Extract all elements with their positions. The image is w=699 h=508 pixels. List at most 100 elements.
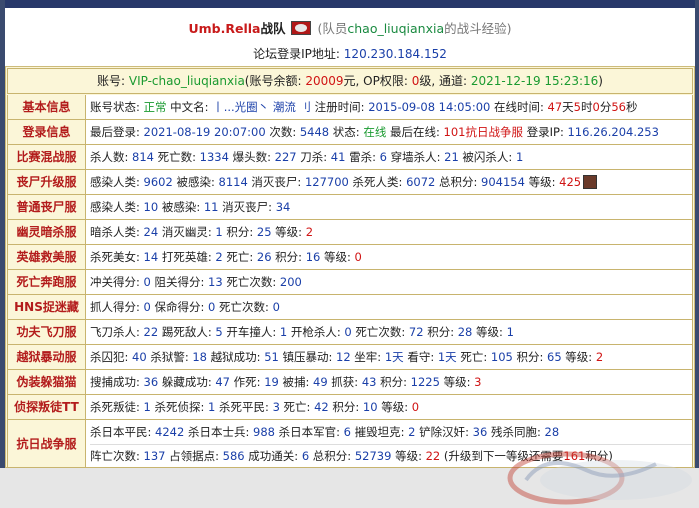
text: 等级: [271, 225, 306, 239]
last-login: 2021-08-19 20:07:00 [143, 125, 266, 139]
row-value: 飞刀杀人: 22 踢死敌人: 5 开车撞人: 1 开枪杀人: 0 死亡次数: 7… [86, 320, 693, 344]
stat-value: 36 [143, 375, 159, 389]
text: 登录IP: [522, 125, 568, 139]
stat-value: 52739 [354, 448, 392, 463]
row-label[interactable]: HNS捉迷藏 [7, 295, 86, 319]
account-date: 2021-12-19 15:23:16 [470, 74, 599, 88]
row-label[interactable]: 幽灵暗杀服 [7, 220, 86, 244]
stat-value: 11 [203, 200, 219, 214]
stat-value: 1 [143, 400, 151, 414]
text: 踢死敌人: [158, 325, 216, 339]
stat-value: 18 [192, 350, 207, 364]
row-label[interactable]: 侦探叛徒TT [7, 395, 86, 419]
row-hns: HNS捉迷藏 抓人得分: 0 保命得分: 0 死亡次数: 0 [7, 295, 693, 320]
row-mixed-server: 比赛混战服 杀人数: 814 死亡数: 1334 爆头数: 227 刀杀: 41… [7, 145, 693, 170]
text: 杀人数: [90, 150, 133, 164]
stat-value: 19 [264, 375, 279, 389]
stat-value: 227 [274, 150, 297, 164]
team-name[interactable]: Umb.Rella [189, 21, 261, 36]
forum-ip-value: 120.230.184.152 [343, 47, 447, 61]
text: 总积分: [309, 448, 355, 463]
row-value: 杀死美女: 14 打死英雄: 2 死亡: 26 积分: 16 等级: 0 [86, 245, 693, 269]
login-ip: 116.26.204.253 [567, 125, 659, 139]
text: 在线时间: [490, 100, 548, 114]
row-label[interactable]: 比赛混战服 [7, 145, 86, 169]
stat-value: 1334 [199, 150, 229, 164]
stat-value: 16 [305, 250, 321, 264]
text: 暗杀人类: [90, 225, 144, 239]
text: 等级: [391, 448, 426, 463]
stat-value: 24 [143, 225, 159, 239]
stat-value: 41 [330, 150, 346, 164]
stat-value: 904154 [481, 175, 525, 189]
stat-value: 0 [143, 300, 151, 314]
stat-value: 28 [544, 424, 560, 439]
watermark-logo [507, 451, 692, 505]
member-suffix: 的战斗经验) [444, 21, 512, 36]
row-label[interactable]: 功夫飞刀服 [7, 320, 86, 344]
stat-value: 1 [215, 225, 223, 239]
text: 杀死平民: [215, 400, 273, 414]
row-label[interactable]: 越狱暴动服 [7, 345, 86, 369]
row-ghost-assassin: 幽灵暗杀服 暗杀人类: 24 消灭幽灵: 1 积分: 25 等级: 2 [7, 220, 693, 245]
text: 杀死侦探: [150, 400, 209, 414]
text: 抓获: [327, 375, 362, 389]
stat-value: 9602 [143, 175, 173, 189]
chinese-name: 丨...光圈丶 潮流 刂 [212, 100, 311, 114]
row-label[interactable]: 普通丧尸服 [7, 195, 86, 219]
row-kungfu-knife: 功夫飞刀服 飞刀杀人: 22 踢死敌人: 5 开车撞人: 1 开枪杀人: 0 死… [7, 320, 693, 345]
stat-value: 14 [143, 250, 159, 264]
stat-value: 6 [343, 424, 351, 439]
text: 积分: [271, 250, 306, 264]
level-value: 22 [425, 448, 441, 463]
text: 杀死人类: [348, 175, 407, 189]
top-bar [0, 0, 699, 8]
row-value: 最后登录: 2021-08-19 20:07:00 次数: 5448 状态: 在… [86, 120, 693, 144]
text: 死亡: [222, 250, 257, 264]
text: 积分: [222, 225, 257, 239]
text: 杀死叛徒: [90, 400, 144, 414]
row-label[interactable]: 英雄救美服 [7, 245, 86, 269]
row-label[interactable]: 丧尸升级服 [7, 170, 86, 194]
row-value: 杀死叛徒: 1 杀死侦探: 1 杀死平民: 3 死亡: 42 积分: 10 等级… [86, 395, 693, 419]
stat-value: 25 [256, 225, 272, 239]
stat-value: 0 [344, 325, 352, 339]
player-name[interactable]: chao_liuqianxia [347, 21, 444, 36]
stat-value: 22 [143, 325, 159, 339]
row-label[interactable]: 伪装躲猫猫 [7, 370, 86, 394]
row-death-run: 死亡奔跑服 冲关得分: 0 阻关得分: 13 死亡次数: 200 [7, 270, 693, 295]
stat-value: 40 [132, 350, 147, 364]
register-time: 2015-09-08 14:05:00 [368, 100, 491, 114]
stat-value: 2 [215, 250, 223, 264]
forum-ip-line: 论坛登录IP地址: 120.230.184.152 [5, 45, 695, 62]
forum-ip-label: 论坛登录IP地址: [253, 47, 340, 61]
stat-value: 586 [222, 448, 245, 463]
text: 次数: [265, 125, 300, 139]
level-value: 0 [411, 400, 420, 414]
stat-value: 43 [361, 375, 377, 389]
text: 死亡数: [153, 150, 200, 164]
text: 搜捕成功: [90, 375, 144, 389]
stat-value: 814 [132, 150, 154, 164]
stat-value: 0 [143, 275, 151, 289]
text: 天 [562, 100, 574, 114]
text: 分 [599, 100, 612, 114]
text: 爆头数: [228, 150, 275, 164]
text: 秒 [625, 100, 638, 114]
stat-value: 1 [515, 150, 524, 164]
text: 杀日本平民: [90, 424, 156, 439]
row-label: 基本信息 [7, 95, 86, 119]
text: 被闪杀人: [458, 150, 516, 164]
row-value: 杀人数: 814 死亡数: 1334 爆头数: 227 刀杀: 41 雷杀: 6… [86, 145, 693, 169]
text: 打死英雄: [158, 250, 216, 264]
row-label[interactable]: 死亡奔跑服 [7, 270, 86, 294]
op-post: 级, 通道: [419, 74, 471, 88]
text: 坐牢: [350, 350, 385, 364]
stat-value: 12 [336, 350, 351, 364]
stat-value: 1天 [384, 350, 404, 364]
text: 积分: [328, 400, 363, 414]
text: 死亡: [279, 400, 315, 414]
row-login-info: 登录信息 最后登录: 2021-08-19 20:07:00 次数: 5448 … [7, 120, 693, 145]
row-label[interactable]: 抗日战争服 [7, 420, 86, 467]
last-server[interactable]: 101抗日战争服 [444, 125, 523, 139]
